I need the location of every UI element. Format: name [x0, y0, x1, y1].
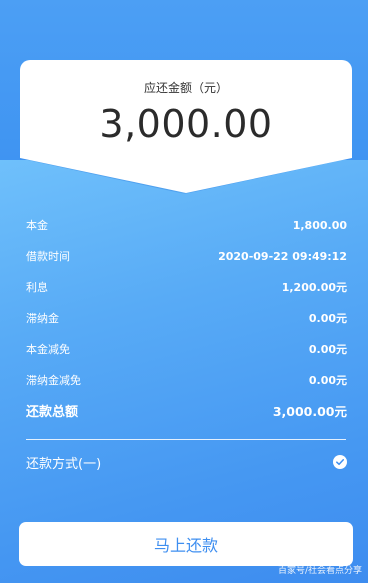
detail-row-loan-time: 借款时间 2020-09-22 09:49:12 [26, 246, 347, 266]
detail-value: 0.00元 [308, 312, 347, 325]
detail-value: 0.00元 [308, 374, 347, 387]
detail-value: 1,200.00元 [281, 281, 347, 294]
total-label: 还款总额 [26, 404, 79, 420]
divider [26, 439, 346, 440]
detail-row-principal: 本金 1,800.00 [26, 215, 347, 235]
detail-row-late-fee-waiver: 滞纳金减免 0.00元 [26, 370, 347, 390]
check-icon[interactable] [333, 455, 347, 469]
payment-method-option[interactable]: 还款方式(一) [26, 451, 347, 473]
detail-row-interest: 利息 1,200.00元 [26, 277, 347, 297]
detail-label: 借款时间 [26, 250, 70, 263]
amount-due-value: 3,000.00 [99, 102, 273, 146]
detail-label: 利息 [26, 281, 48, 294]
detail-label: 本金 [26, 219, 48, 232]
amount-due-label: 应还金额（元） [143, 81, 228, 95]
pay-now-button[interactable]: 马上还款 [19, 522, 353, 566]
detail-value: 2020-09-22 09:49:12 [218, 249, 347, 263]
detail-row-principal-waiver: 本金减免 0.00元 [26, 339, 347, 359]
detail-value: 1,800.00 [292, 218, 347, 232]
detail-value: 0.00元 [308, 343, 347, 356]
detail-row-late-fee: 滞纳金 0.00元 [26, 308, 347, 328]
payment-method-label: 还款方式(一) [26, 456, 102, 472]
detail-label: 滞纳金减免 [26, 374, 81, 387]
total-value: 3,000.00元 [272, 403, 347, 419]
watermark: 百家号/社会看点分享 [277, 566, 362, 576]
total-row: 还款总额 3,000.00元 [26, 400, 347, 420]
detail-label: 滞纳金 [26, 312, 59, 325]
detail-label: 本金减免 [26, 343, 70, 356]
